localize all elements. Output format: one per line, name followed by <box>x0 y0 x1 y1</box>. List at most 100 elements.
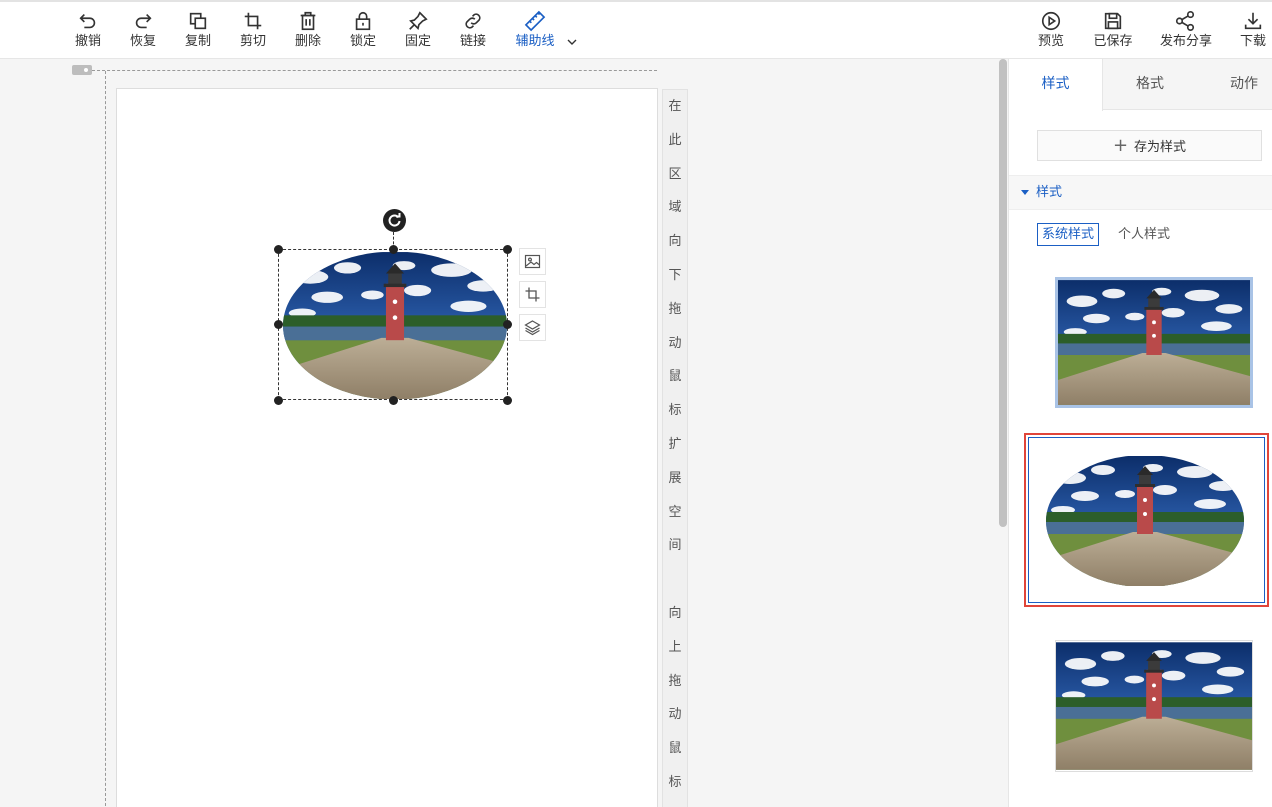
hint-char: 展 <box>668 470 682 486</box>
hint-char: 下 <box>668 267 682 283</box>
resize-handle-nw[interactable] <box>274 245 283 254</box>
publish-button[interactable]: 发布分享 <box>1160 10 1213 50</box>
expand-space-strip[interactable]: 在 此 区 域 向 下 拖 动 鼠 标 扩 展 空 间 向 上 拖 动 鼠 标 <box>662 89 688 807</box>
page-canvas[interactable] <box>116 88 658 807</box>
caret-down-icon <box>1021 190 1029 195</box>
lock-label: 锁定 <box>349 34 376 49</box>
hint-char: 上 <box>668 639 682 655</box>
resize-handle-w[interactable] <box>274 320 283 329</box>
guides-button[interactable]: 辅助线 <box>510 10 560 50</box>
hint-char: 域 <box>668 200 682 216</box>
resize-handle-sw[interactable] <box>274 396 283 405</box>
style-section-header[interactable]: 样式 <box>1009 175 1272 210</box>
hint-char: 动 <box>668 335 682 351</box>
publish-label: 发布分享 <box>1160 34 1213 49</box>
cut-button[interactable]: 剪切 <box>228 10 278 50</box>
tab-system-styles[interactable]: 系统样式 <box>1037 223 1100 246</box>
guides-label: 辅助线 <box>515 34 555 49</box>
resize-handle-s[interactable] <box>389 396 398 405</box>
save-icon <box>1104 12 1122 30</box>
canvas-scrollbar[interactable] <box>998 59 1008 807</box>
vertical-guide-line[interactable] <box>105 71 106 807</box>
cut-label: 剪切 <box>239 34 266 49</box>
image-icon <box>524 254 541 269</box>
hint-char: 标 <box>668 403 682 419</box>
lock-icon <box>355 11 371 31</box>
hint-char: 拖 <box>668 301 682 317</box>
hint-char: 此 <box>668 132 682 148</box>
style-preview-oval <box>1046 456 1244 586</box>
style-section-title: 样式 <box>1036 185 1063 200</box>
guide-handle[interactable] <box>72 65 92 75</box>
tab-format[interactable]: 格式 <box>1103 59 1197 110</box>
undo-label: 撤销 <box>74 34 101 49</box>
delete-label: 删除 <box>294 34 321 49</box>
pin-icon <box>409 11 428 30</box>
rotate-handle[interactable] <box>383 209 406 232</box>
saved-button[interactable]: 已保存 <box>1088 10 1138 50</box>
crop-image-button[interactable] <box>519 281 546 308</box>
chevron-down-icon[interactable] <box>566 36 578 48</box>
panel-tabs: 样式 格式 动作 <box>1009 59 1272 111</box>
save-as-style-button[interactable]: + 存为样式 <box>1037 130 1262 161</box>
link-icon <box>465 13 481 29</box>
link-label: 链接 <box>459 34 486 49</box>
style-thumbnail-plain[interactable] <box>1055 640 1253 772</box>
horizontal-guide-line[interactable] <box>92 70 657 71</box>
plus-icon: + <box>1112 134 1129 156</box>
selection-box[interactable] <box>278 249 508 400</box>
pin-button[interactable]: 固定 <box>393 10 443 50</box>
layers-icon <box>524 320 541 336</box>
rotate-icon <box>388 213 401 227</box>
hint-char: 鼠 <box>668 741 682 757</box>
saved-label: 已保存 <box>1093 34 1133 49</box>
undo-button[interactable]: 撤销 <box>63 10 113 50</box>
resize-handle-e[interactable] <box>503 320 512 329</box>
delete-button[interactable]: 删除 <box>283 10 333 50</box>
preview-label: 预览 <box>1037 34 1064 49</box>
hint-char: 向 <box>668 605 682 621</box>
tab-personal-styles[interactable]: 个人样式 <box>1113 223 1175 246</box>
tab-style[interactable]: 样式 <box>1009 59 1103 111</box>
hint-char: 在 <box>668 99 682 114</box>
trash-icon <box>300 11 316 31</box>
copy-icon <box>189 12 207 30</box>
style-preview-image <box>1058 280 1250 405</box>
hint-char: 区 <box>668 166 682 182</box>
property-panel: 样式 格式 动作 + 存为样式 样式 系统样式 个人样式 <box>1008 59 1272 807</box>
link-button[interactable]: 链接 <box>448 10 498 50</box>
hint-char: 动 <box>668 707 682 723</box>
play-circle-icon <box>1041 11 1061 31</box>
resize-handle-ne[interactable] <box>503 245 512 254</box>
lock-button[interactable]: 锁定 <box>338 10 388 50</box>
canvas-area[interactable]: 在 此 区 域 向 下 拖 动 鼠 标 扩 展 空 间 向 上 拖 动 鼠 标 <box>0 59 998 807</box>
replace-image-button[interactable] <box>519 248 546 275</box>
style-thumbnail-oval-selected[interactable] <box>1024 433 1269 607</box>
selected-style-frame <box>1028 437 1265 603</box>
hint-char: 拖 <box>668 673 682 689</box>
hint-char: 空 <box>668 504 682 520</box>
undo-icon <box>79 13 96 29</box>
redo-label: 恢复 <box>129 34 156 49</box>
resize-handle-n[interactable] <box>389 245 398 254</box>
ruler-icon <box>524 10 546 32</box>
hint-char <box>663 563 687 597</box>
resize-handle-se[interactable] <box>503 396 512 405</box>
preview-button[interactable]: 预览 <box>1026 10 1076 50</box>
tab-action[interactable]: 动作 <box>1197 59 1272 110</box>
crop-icon <box>525 287 540 302</box>
hint-char: 鼠 <box>668 369 682 385</box>
save-as-style-label: 存为样式 <box>1134 140 1187 155</box>
style-thumbnail-framed[interactable] <box>1055 277 1253 408</box>
top-toolbar: 撤销 恢复 复制 剪切 删除 锁定 固定 链接 辅助线 预览 已保存 发布分享 … <box>0 0 1272 59</box>
redo-button[interactable]: 恢复 <box>118 10 168 50</box>
copy-label: 复制 <box>184 34 211 49</box>
layer-button[interactable] <box>519 314 546 341</box>
style-preview-image <box>1056 642 1252 770</box>
scrollbar-thumb[interactable] <box>999 59 1007 527</box>
copy-button[interactable]: 复制 <box>173 10 223 50</box>
download-label: 下载 <box>1239 34 1266 49</box>
download-button[interactable]: 下载 <box>1228 10 1272 50</box>
hint-char: 向 <box>668 234 682 250</box>
download-icon <box>1244 12 1262 30</box>
